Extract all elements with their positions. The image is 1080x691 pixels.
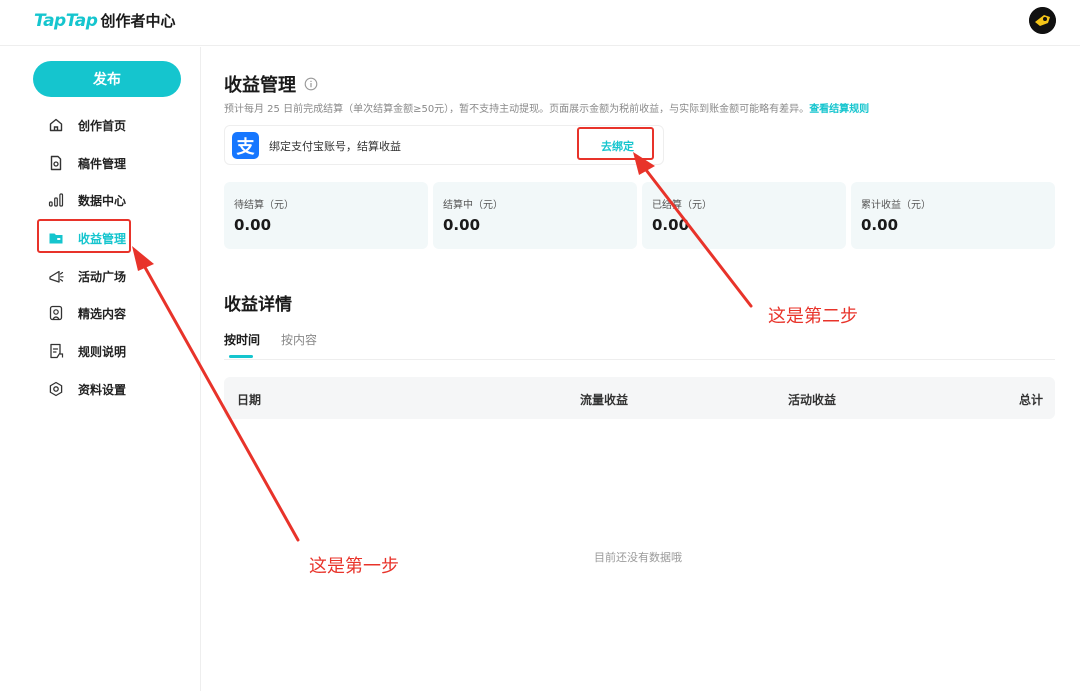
stat-label: 结算中（元） bbox=[443, 200, 503, 211]
settlement-note-text: 预计每月 25 日前完成结算（单次结算金额≥50元），暂不支持主动提现。页面展示… bbox=[224, 104, 810, 115]
stat-label: 待结算（元） bbox=[234, 200, 294, 211]
active-tab-indicator bbox=[229, 355, 253, 358]
table-header: 日期 流量收益 活动收益 总计 bbox=[224, 377, 1055, 419]
stat-card-total: 累计收益（元） 0.00 bbox=[851, 182, 1055, 249]
highlight-box-step2 bbox=[577, 127, 654, 160]
page-title-text: 收益管理 bbox=[224, 75, 296, 96]
sidebar: 发布 bbox=[0, 47, 201, 691]
sidebar-item-label: 活动广场 bbox=[78, 269, 127, 284]
sidebar-item-label: 创作首页 bbox=[78, 118, 127, 133]
rules-icon bbox=[48, 343, 64, 359]
page-title: 收益管理 bbox=[224, 71, 318, 97]
annotation-step2: 这是第二步 bbox=[768, 306, 858, 327]
sidebar-item-data-center[interactable]: 数据中心 bbox=[48, 189, 126, 211]
stat-value: 0.00 bbox=[652, 216, 690, 234]
stat-card-pending: 待结算（元） 0.00 bbox=[224, 182, 428, 249]
settlement-note: 预计每月 25 日前完成结算（单次结算金额≥50元），暂不支持主动提现。页面展示… bbox=[224, 100, 869, 115]
megaphone-icon bbox=[48, 268, 64, 284]
stat-value: 0.00 bbox=[861, 216, 899, 234]
stat-label: 累计收益（元） bbox=[861, 200, 931, 211]
alipay-icon: 支 bbox=[232, 132, 259, 159]
tab-by-content[interactable]: 按内容 bbox=[281, 331, 317, 348]
top-bar: TapTap 创作者中心 bbox=[0, 0, 1080, 46]
sidebar-item-label: 规则说明 bbox=[78, 344, 127, 359]
stat-value: 0.00 bbox=[443, 216, 481, 234]
publish-button[interactable]: 发布 bbox=[33, 61, 181, 97]
column-header-activity-earnings: 活动收益 bbox=[788, 393, 837, 407]
avatar-icon bbox=[1029, 7, 1056, 34]
sidebar-item-manuscripts[interactable]: 稿件管理 bbox=[48, 152, 126, 174]
tabs-divider bbox=[224, 359, 1055, 360]
logo[interactable]: TapTap 创作者中心 bbox=[34, 10, 175, 31]
tab-by-time[interactable]: 按时间 bbox=[224, 331, 260, 348]
sidebar-item-activities[interactable]: 活动广场 bbox=[48, 265, 126, 287]
settlement-rules-link[interactable]: 查看结算规则 bbox=[809, 104, 869, 115]
logo-brand: TapTap bbox=[34, 10, 98, 31]
stat-value: 0.00 bbox=[234, 216, 272, 234]
section-title-earnings-details: 收益详情 bbox=[224, 295, 292, 315]
stat-label: 已结算（元） bbox=[652, 200, 712, 211]
badge-icon bbox=[48, 305, 64, 321]
home-icon bbox=[48, 117, 64, 133]
bar-chart-icon bbox=[48, 192, 64, 208]
empty-state-text: 目前还没有数据哦 bbox=[594, 551, 682, 564]
stat-card-settling: 结算中（元） 0.00 bbox=[433, 182, 637, 249]
settings-icon bbox=[48, 381, 64, 397]
sidebar-item-home[interactable]: 创作首页 bbox=[48, 114, 126, 136]
sidebar-item-label: 稿件管理 bbox=[78, 156, 127, 171]
sidebar-item-label: 资料设置 bbox=[78, 382, 127, 397]
sidebar-item-label: 数据中心 bbox=[78, 193, 127, 208]
stat-card-settled: 已结算（元） 0.00 bbox=[642, 182, 846, 249]
bind-alipay-text: 绑定支付宝账号，结算收益 bbox=[269, 140, 401, 153]
column-header-date: 日期 bbox=[237, 393, 262, 407]
annotation-step1: 这是第一步 bbox=[309, 556, 399, 577]
sidebar-item-rules[interactable]: 规则说明 bbox=[48, 340, 126, 362]
sidebar-item-featured[interactable]: 精选内容 bbox=[48, 302, 126, 324]
logo-subtitle: 创作者中心 bbox=[100, 12, 176, 30]
info-icon[interactable] bbox=[304, 77, 318, 91]
column-header-total: 总计 bbox=[1019, 393, 1044, 407]
sidebar-item-label: 精选内容 bbox=[78, 306, 127, 321]
column-header-traffic-earnings: 流量收益 bbox=[580, 393, 629, 407]
document-icon bbox=[48, 155, 64, 171]
highlight-box-step1 bbox=[37, 219, 131, 253]
sidebar-item-profile-settings[interactable]: 资料设置 bbox=[48, 378, 126, 400]
user-avatar[interactable] bbox=[1029, 7, 1056, 34]
